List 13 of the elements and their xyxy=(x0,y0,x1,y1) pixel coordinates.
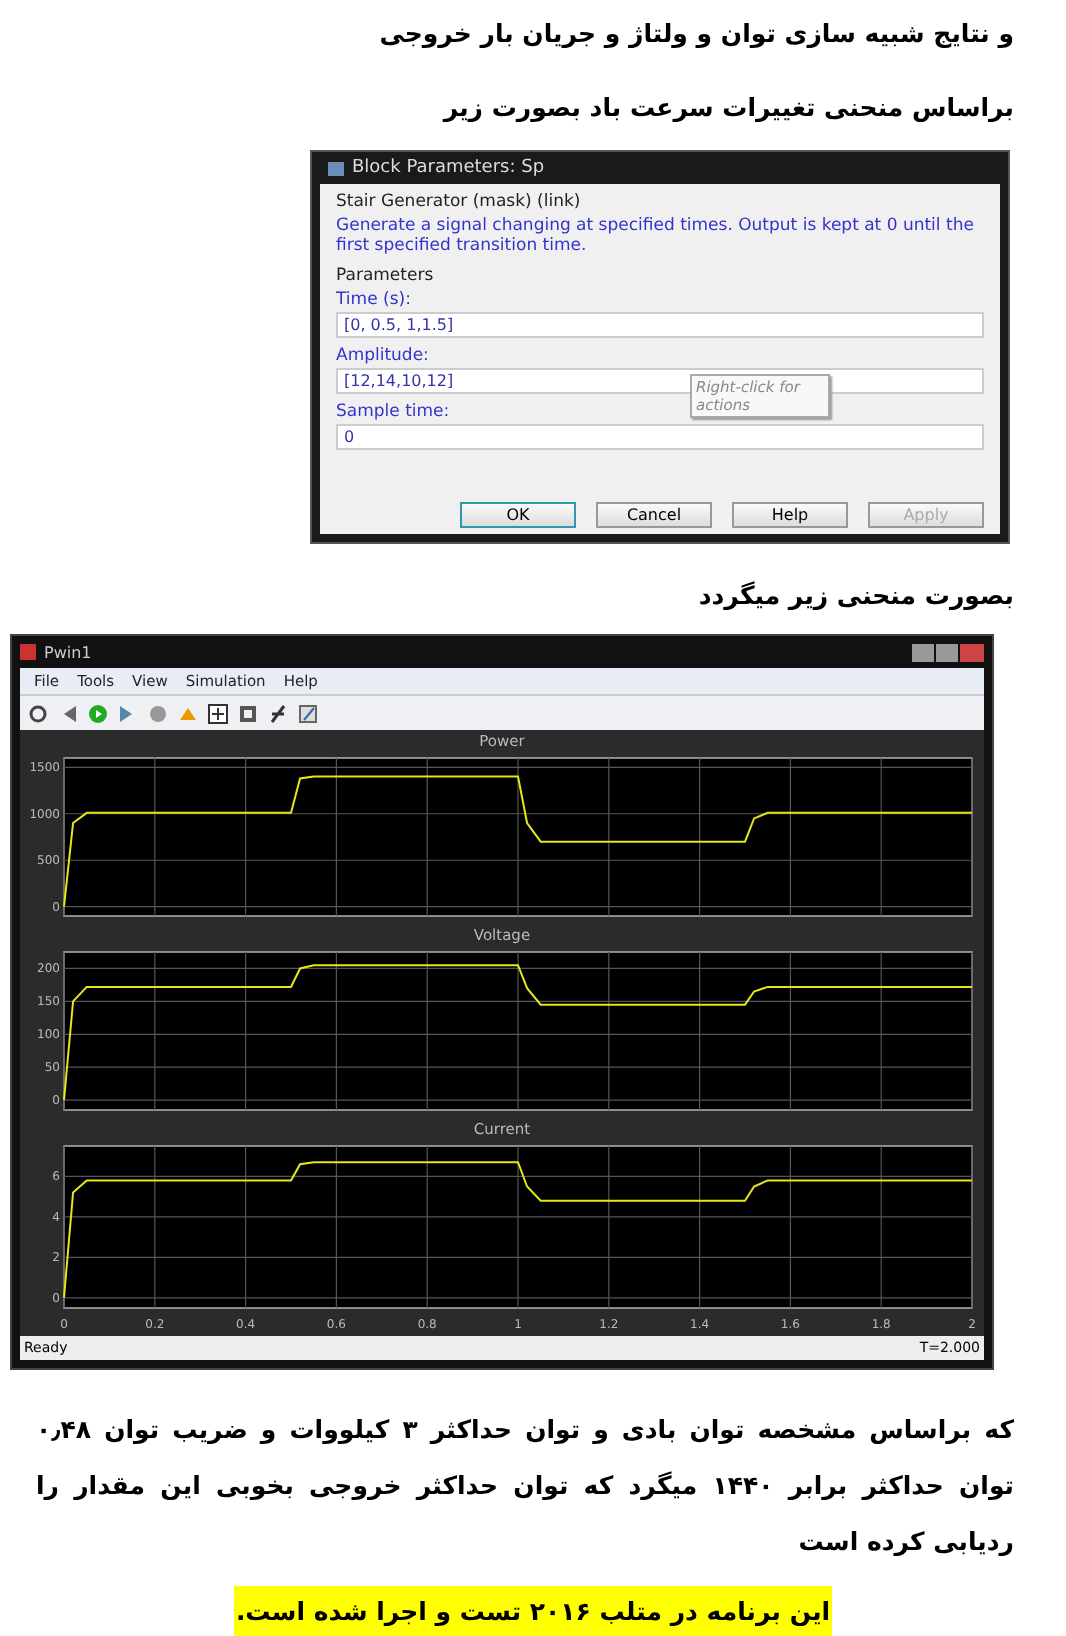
heading-text: و نتایج شبیه سازی توان و ولتاژ و جریان بار خروجی xyxy=(377,18,1016,48)
window-title: Pwin1 xyxy=(44,643,92,661)
caption-text: بصورت منحنی زیر میگردد xyxy=(696,580,1016,610)
section-label: Parameters xyxy=(336,266,434,286)
heading-text: براساس منحنی تغییرات سرعت باد بصورت زیر xyxy=(440,92,1016,122)
field-label: Time (s): xyxy=(336,290,411,310)
dialog-title: Block Parameters: Sp xyxy=(352,158,545,178)
paragraph-text: که براساس مشخصه توان بادی و توان حداکثر ۳ کیلووات و ضریب توان ۰٫۴۸ توان حداکثر برابر ۱۴۴۰ میگرد که توان حداکثر خروجی بخوبی این مقدار را ردیابی کرده است xyxy=(34,1412,1016,1560)
block-description: Generate a signal changing at specified times. Output is kept at 0 until the first specified transition time. xyxy=(336,216,976,256)
field-label: Sample time: xyxy=(336,402,450,422)
highlighted-text: این برنامه در متلب ۲۰۱۶ تست و اجرا شده است. xyxy=(233,1586,833,1636)
block-name: Stair Generator (mask) (link) xyxy=(336,192,581,212)
field-label: Amplitude: xyxy=(336,346,429,366)
